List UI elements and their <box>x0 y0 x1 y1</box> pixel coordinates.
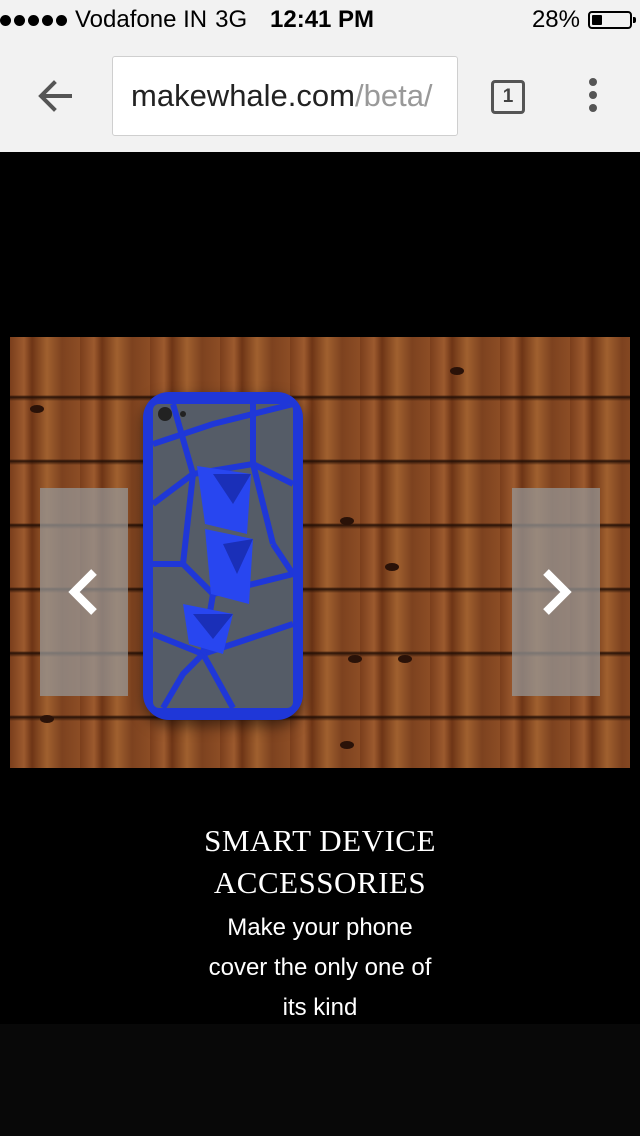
url-host: makewhale.com <box>131 78 355 113</box>
signal-strength-icon <box>0 14 67 26</box>
tab-count: 1 <box>502 86 514 107</box>
url-path: /beta/ <box>354 78 433 113</box>
battery-status: 28% <box>531 6 636 34</box>
slide-title-line-2: ACCESSORIES <box>213 865 427 900</box>
status-bar: Vodafone IN 3G 12:41 PM 28% <box>0 0 640 40</box>
overflow-menu-icon[interactable] <box>584 78 602 118</box>
slide-caption: SMART DEVICE ACCESSORIES Make your phone… <box>0 820 640 1028</box>
battery-percent: 28% <box>531 6 580 33</box>
chevron-right-icon <box>543 569 572 615</box>
network-type: 3G <box>215 6 248 33</box>
slide-subtitle-line-1: Make your phone <box>227 914 413 941</box>
footer-area <box>0 1024 640 1136</box>
slide-title: SMART DEVICE ACCESSORIES <box>0 820 640 904</box>
page-content: SMART DEVICE ACCESSORIES Make your phone… <box>0 152 640 1136</box>
status-left: Vodafone IN 3G <box>0 6 247 34</box>
tabs-icon[interactable]: 1 <box>491 80 525 114</box>
carousel-next-button[interactable] <box>512 488 600 696</box>
battery-icon <box>588 11 636 29</box>
phone-case-image <box>143 392 303 720</box>
slide-subtitle-line-3: its kind <box>282 994 358 1021</box>
address-bar[interactable]: makewhale.com/beta/ <box>112 56 458 136</box>
back-arrow-icon[interactable] <box>34 74 78 118</box>
browser-toolbar: makewhale.com/beta/ 1 <box>0 40 640 152</box>
carrier-name: Vodafone IN <box>75 6 208 33</box>
slide-title-line-1: SMART DEVICE <box>204 823 436 858</box>
carousel-prev-button[interactable] <box>40 488 128 696</box>
chevron-left-icon <box>68 569 97 615</box>
slide-subtitle-line-2: cover the only one of <box>208 954 432 981</box>
image-carousel[interactable] <box>10 337 630 768</box>
status-time: 12:41 PM <box>270 6 375 33</box>
slide-subtitle: Make your phone cover the only one of it… <box>0 908 640 1028</box>
